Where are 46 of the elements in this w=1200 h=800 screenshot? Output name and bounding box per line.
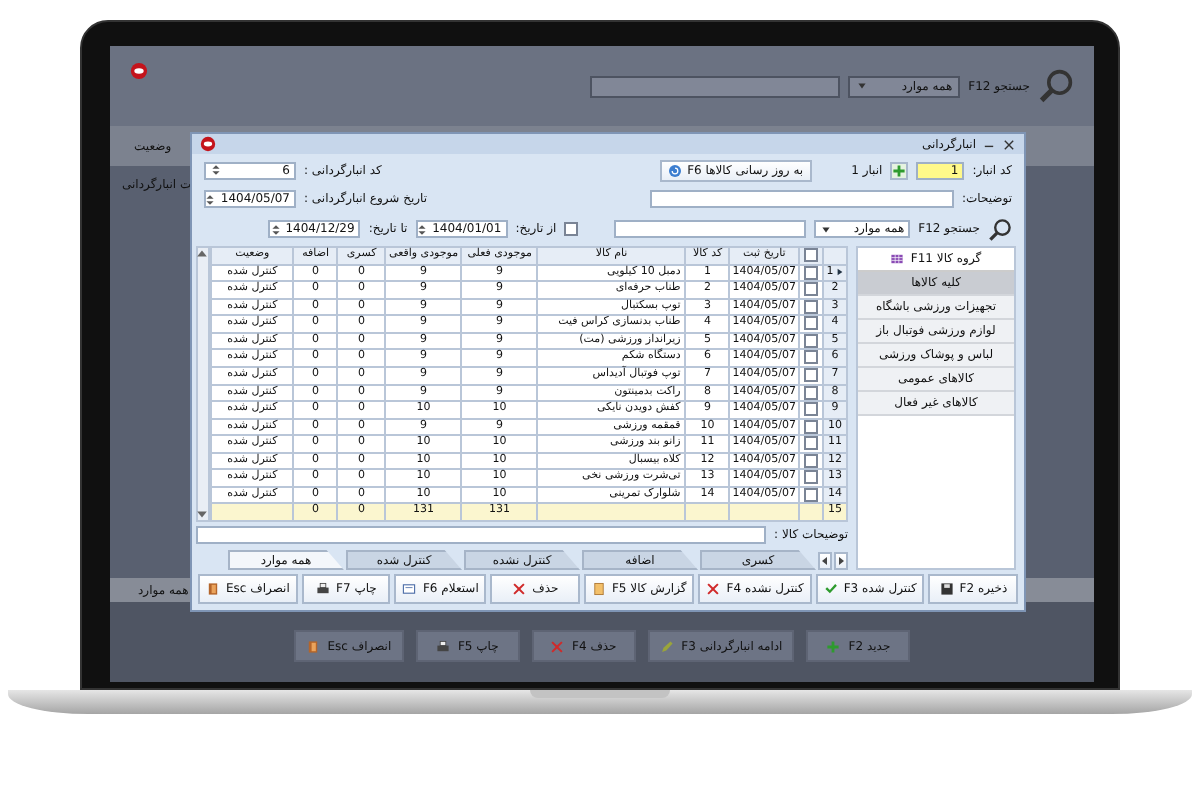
search-icon [988, 217, 1012, 241]
checkbox[interactable] [804, 350, 818, 365]
description-field[interactable] [649, 190, 954, 208]
floppy-icon [939, 582, 954, 596]
close-icon [1002, 137, 1016, 151]
plus-icon [826, 639, 841, 653]
vertical-scrollbar[interactable] [196, 246, 210, 522]
cross-icon [512, 582, 527, 596]
pencil-icon [659, 639, 674, 653]
checkbox[interactable] [804, 248, 818, 263]
caret-icon [856, 80, 869, 92]
plus-icon [892, 163, 907, 177]
door-icon [305, 639, 320, 653]
printer-icon [435, 639, 450, 653]
checkbox[interactable] [804, 402, 818, 417]
caret-icon [820, 223, 833, 235]
refresh-icon [667, 163, 682, 177]
spinner-icon [416, 223, 429, 235]
checkbox[interactable] [564, 222, 579, 236]
right-arrow-icon [836, 556, 846, 566]
checkbox[interactable] [804, 436, 818, 451]
checkbox[interactable] [804, 470, 818, 485]
door-icon [206, 582, 220, 596]
tab-scroll-button[interactable] [818, 552, 832, 570]
item-description-field[interactable] [196, 525, 767, 543]
search-field[interactable] [614, 220, 807, 238]
scroll-up-icon [196, 248, 208, 260]
app-icon [200, 136, 216, 152]
grid-icon [890, 252, 905, 266]
checkbox[interactable] [804, 316, 818, 331]
spinner-icon [269, 223, 282, 235]
app-icon [130, 62, 148, 80]
cross-icon [550, 639, 564, 653]
printer-icon [316, 582, 330, 596]
tab-scroll-button[interactable] [834, 552, 848, 570]
search-icon [1038, 68, 1074, 104]
check-icon [823, 582, 838, 596]
card-icon [402, 582, 417, 596]
document-icon [591, 582, 606, 596]
cross-icon [706, 582, 721, 596]
spinner-icon [204, 193, 217, 205]
search-field[interactable] [590, 75, 841, 97]
checkbox[interactable] [804, 282, 818, 297]
scroll-down-icon [196, 508, 208, 520]
left-arrow-icon [820, 556, 830, 566]
add-button[interactable] [890, 161, 909, 179]
